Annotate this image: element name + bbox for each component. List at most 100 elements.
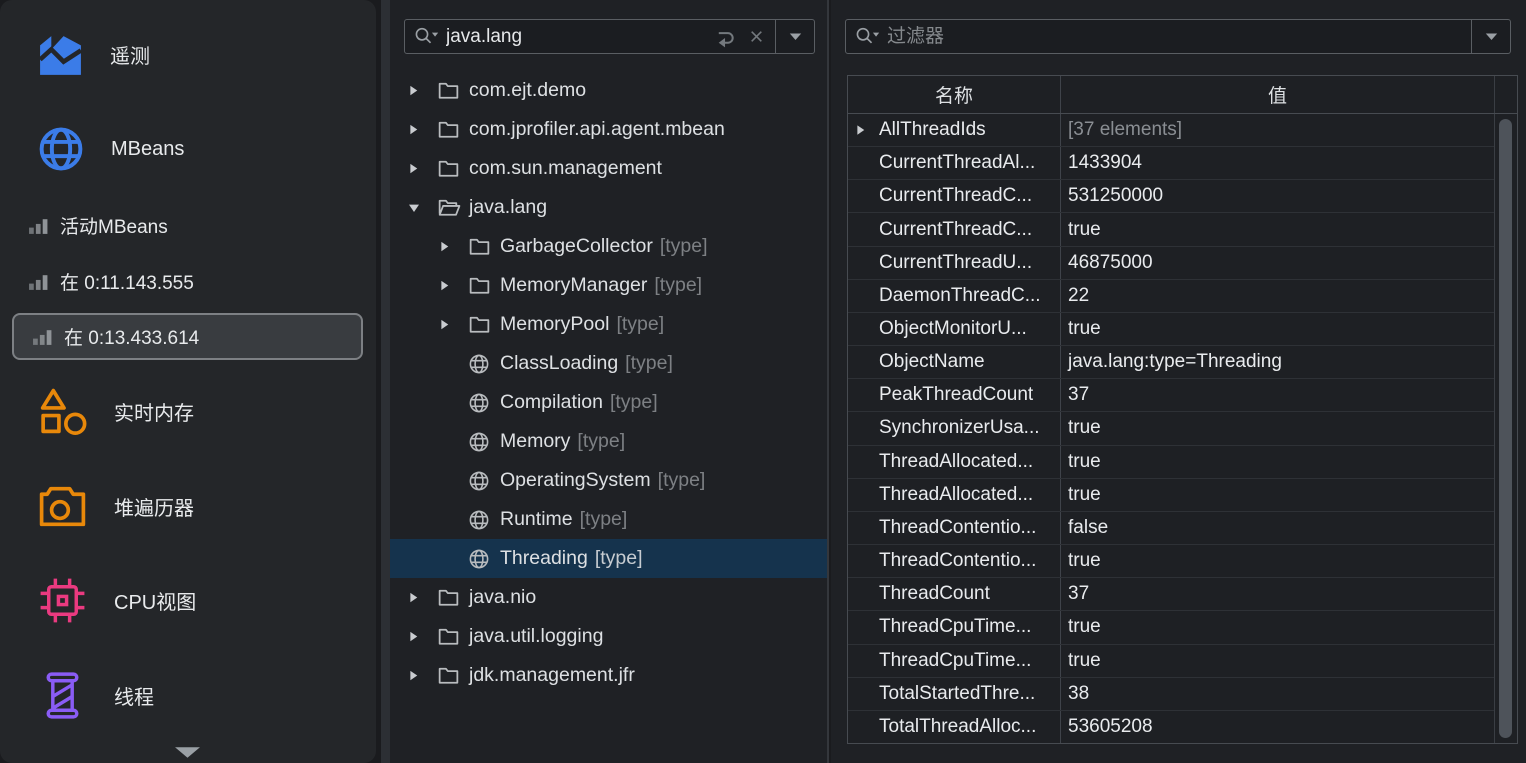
attribute-row[interactable]: CurrentThreadC...true — [848, 212, 1494, 245]
panel-divider[interactable] — [381, 0, 390, 763]
tree-item-com-ejt-demo[interactable]: com.ejt.demo — [390, 71, 827, 110]
attribute-row[interactable]: ThreadContentio... true — [848, 544, 1494, 577]
tree-item-memorypool[interactable]: MemoryPool[type] — [390, 305, 827, 344]
attribute-value: true — [1061, 545, 1494, 577]
attribute-row[interactable]: ObjectMonitorU...true — [848, 312, 1494, 345]
attribute-row[interactable]: PeakThreadCount37 — [848, 378, 1494, 411]
tree-item-java-util-logging[interactable]: java.util.logging — [390, 617, 827, 656]
expand-arrow-icon[interactable] — [406, 590, 436, 605]
globe-large-icon — [36, 124, 86, 174]
expand-arrow-icon[interactable] — [406, 122, 436, 137]
sidebar-item-label: CPU视图 — [114, 586, 196, 615]
expand-arrow-icon[interactable] — [406, 83, 436, 98]
attribute-value: true — [1061, 446, 1494, 478]
sidebar-more-chevron-down-icon[interactable] — [174, 746, 201, 759]
sidebar-item-active-mbeans[interactable]: 活动MBeans — [28, 214, 368, 236]
attribute-value: 46875000 — [1061, 247, 1494, 279]
sidebar-item-live-memory[interactable]: 实时内存 — [36, 384, 368, 438]
attribute-name: AllThreadIds — [879, 119, 986, 141]
tree-item-memory[interactable]: Memory[type] — [390, 422, 827, 461]
sidebar-item-threads[interactable]: 线程 — [36, 668, 368, 722]
tree-item-runtime[interactable]: Runtime[type] — [390, 500, 827, 539]
tree-search-input[interactable] — [446, 26, 714, 48]
tree-item-operatingsystem[interactable]: OperatingSystem[type] — [390, 461, 827, 500]
tree-item-java-nio[interactable]: java.nio — [390, 578, 827, 617]
telemetry-icon — [36, 30, 85, 79]
tree-item-com-sun-management[interactable]: com.sun.management — [390, 149, 827, 188]
filter-input[interactable] — [887, 26, 1471, 48]
tree-item-jdk-management-jfr[interactable]: jdk.management.jfr — [390, 656, 827, 695]
search-options-dropdown-button[interactable] — [775, 20, 814, 53]
tree-item-memorymanager[interactable]: MemoryManager[type] — [390, 266, 827, 305]
attributes-table: 名称 值 AllThreadIds[37 elements]CurrentThr… — [847, 75, 1518, 744]
attribute-name: ThreadContentio... — [879, 550, 1036, 572]
folder-icon — [436, 663, 469, 688]
expand-arrow-icon[interactable] — [853, 123, 868, 138]
sidebar-item-label: 活动MBeans — [60, 212, 168, 239]
attribute-row[interactable]: CurrentThreadAl...1433904 — [848, 146, 1494, 179]
attribute-row[interactable]: TotalThreadAlloc... 53605208 — [848, 710, 1494, 743]
attribute-value: true — [1061, 412, 1494, 444]
expand-arrow-icon[interactable] — [406, 629, 436, 644]
sidebar-item-at-0-11-143-555[interactable]: 在 0:11.143.555 — [28, 270, 368, 292]
expand-arrow-icon[interactable] — [406, 161, 436, 176]
attribute-value: 22 — [1061, 280, 1494, 312]
camera-icon — [36, 480, 89, 533]
expand-arrow-icon[interactable] — [437, 317, 467, 332]
folder-open-icon — [436, 195, 469, 220]
attribute-row[interactable]: ThreadAllocated... true — [848, 478, 1494, 511]
expand-arrow-icon[interactable] — [406, 668, 436, 683]
attribute-name: PeakThreadCount — [879, 384, 1033, 406]
attribute-name: ThreadCpuTime... — [879, 616, 1031, 638]
scrollbar-thumb[interactable] — [1499, 119, 1512, 738]
sidebar-item-cpu-views[interactable]: CPU视图 — [36, 573, 368, 627]
sidebar-item-mbeans[interactable]: MBeans — [36, 123, 368, 175]
attribute-row[interactable]: CurrentThreadU...46875000 — [848, 246, 1494, 279]
spool-icon — [36, 669, 89, 722]
sidebar-item-heap-walker[interactable]: 堆遍历器 — [36, 479, 368, 533]
attribute-value: true — [1061, 479, 1494, 511]
attribute-row[interactable]: ThreadCpuTime...true — [848, 610, 1494, 643]
folder-icon — [436, 78, 469, 103]
table-rows: AllThreadIds[37 elements]CurrentThreadAl… — [848, 114, 1494, 743]
tree-item-garbagecollector[interactable]: GarbageCollector[type] — [390, 227, 827, 266]
attribute-row[interactable]: AllThreadIds[37 elements] — [848, 114, 1494, 146]
sidebar-item-label: 在 0:11.143.555 — [60, 268, 194, 295]
sidebar-item-label: 堆遍历器 — [114, 492, 194, 521]
tree-item-com-jprofiler-api-agent-mbean[interactable]: com.jprofiler.api.agent.mbean — [390, 110, 827, 149]
vertical-scrollbar[interactable] — [1494, 114, 1517, 743]
attribute-row[interactable]: ObjectNamejava.lang:type=Threading — [848, 345, 1494, 378]
tree-item-java-lang[interactable]: java.lang — [390, 188, 827, 227]
attribute-value: 53605208 — [1061, 711, 1494, 743]
attribute-row[interactable]: ThreadCount37 — [848, 577, 1494, 610]
column-header-value[interactable]: 值 — [1061, 76, 1494, 113]
expand-arrow-icon[interactable] — [437, 239, 467, 254]
folder-icon — [436, 156, 469, 181]
attribute-row[interactable]: DaemonThreadC...22 — [848, 279, 1494, 312]
folder-icon — [436, 585, 469, 610]
tree-item-compilation[interactable]: Compilation[type] — [390, 383, 827, 422]
sidebar-item-label: MBeans — [111, 138, 184, 161]
panel-edge-divider[interactable] — [827, 0, 829, 763]
column-header-name[interactable]: 名称 — [848, 76, 1061, 113]
attribute-value: true — [1061, 313, 1494, 345]
filter-options-dropdown-button[interactable] — [1471, 20, 1510, 53]
search-wrap-around-icon[interactable] — [714, 25, 737, 48]
search-clear-x-icon[interactable] — [746, 26, 767, 47]
attribute-row[interactable]: ThreadCpuTime...true — [848, 644, 1494, 677]
tree-item-classloading[interactable]: ClassLoading[type] — [390, 344, 827, 383]
attribute-row[interactable]: TotalStartedThre...38 — [848, 677, 1494, 710]
attribute-name: TotalThreadAlloc... — [879, 716, 1036, 738]
attribute-name: ThreadAllocated... — [879, 484, 1033, 506]
attribute-row[interactable]: ThreadAllocated...true — [848, 445, 1494, 478]
collapse-arrow-icon[interactable] — [406, 200, 436, 216]
attribute-row[interactable]: SynchronizerUsa...true — [848, 411, 1494, 444]
attribute-row[interactable]: CurrentThreadC...531250000 — [848, 179, 1494, 212]
sidebar-item-telemetries[interactable]: 遥测 — [36, 28, 368, 80]
expand-arrow-icon[interactable] — [437, 278, 467, 293]
tree-item-threading[interactable]: Threading[type] — [390, 539, 827, 578]
sidebar-item-at-0-13-433-614[interactable]: 在 0:13.433.614 — [12, 313, 363, 360]
folder-icon — [467, 312, 500, 337]
attribute-value: true — [1061, 213, 1494, 245]
attribute-row[interactable]: ThreadContentio...false — [848, 511, 1494, 544]
